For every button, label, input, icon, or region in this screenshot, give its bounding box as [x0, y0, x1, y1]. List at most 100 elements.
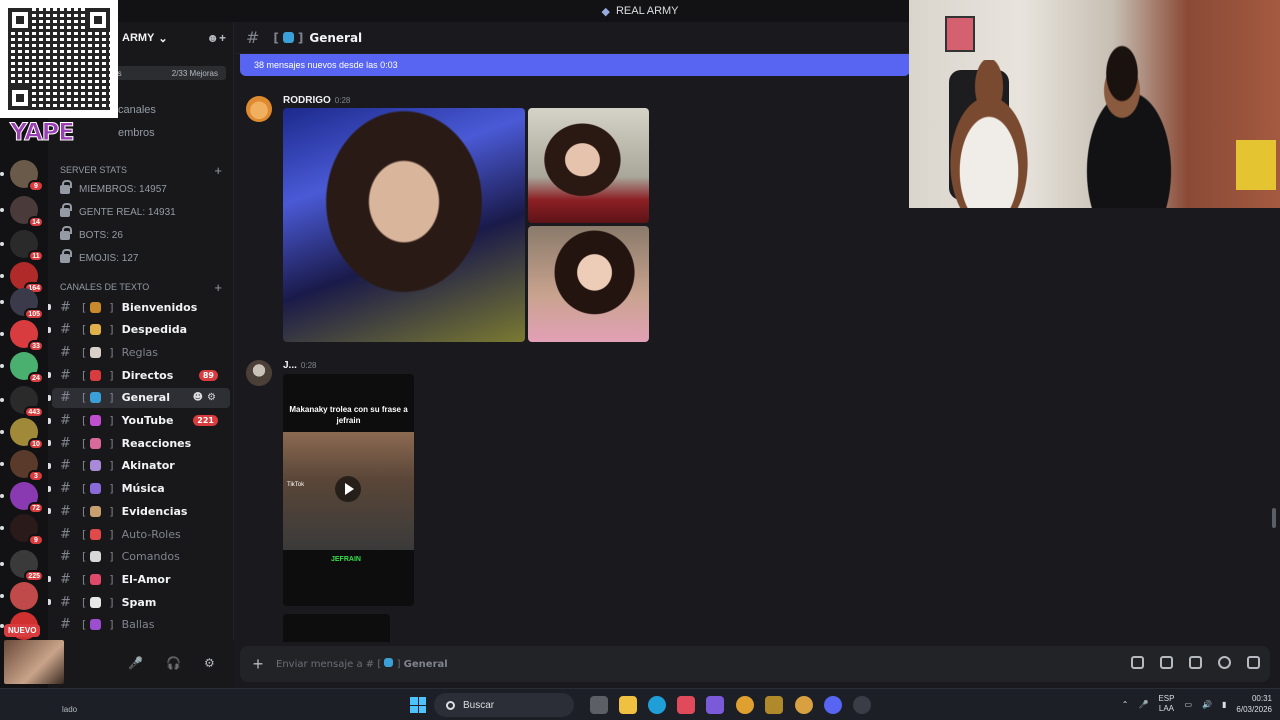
- gif-icon[interactable]: [1160, 656, 1173, 669]
- volume-icon[interactable]: 🔊: [1202, 700, 1212, 709]
- emoji-icon[interactable]: [1218, 656, 1231, 669]
- server-icon[interactable]: [10, 582, 38, 610]
- channel-auto-roles[interactable]: #[] Auto-Roles: [52, 524, 230, 544]
- invite-icon[interactable]: ☻: [193, 392, 207, 403]
- category-label: CANALES DE TEXTO: [60, 282, 150, 292]
- gift-icon[interactable]: [1131, 656, 1144, 669]
- category-server-stats[interactable]: SERVER STATS +: [60, 163, 222, 178]
- task-view-icon[interactable]: [590, 696, 608, 714]
- channel-m-sica[interactable]: #[] Música: [48, 479, 230, 499]
- add-channel-icon[interactable]: +: [214, 163, 222, 178]
- channel-el-amor[interactable]: #[] El-Amor: [48, 569, 230, 589]
- network-icon[interactable]: ▭: [1184, 700, 1192, 709]
- server-icon[interactable]: 9: [10, 514, 44, 546]
- taskbar-search[interactable]: Buscar: [434, 693, 574, 717]
- server-icon[interactable]: 3: [10, 450, 44, 482]
- message-composer[interactable]: + Enviar mensaje a # [ ] General: [240, 646, 1270, 682]
- server-icon[interactable]: 9: [10, 160, 44, 192]
- language-indicator[interactable]: ESP LAA: [1158, 694, 1174, 714]
- image-attachment[interactable]: [283, 614, 390, 642]
- app-icon[interactable]: [677, 696, 695, 714]
- message-author[interactable]: RODRIGO 0:28: [283, 95, 350, 106]
- play-icon[interactable]: [335, 476, 361, 502]
- clock[interactable]: 00:31 6/03/2026: [1236, 693, 1272, 715]
- channel-name: Comandos: [121, 550, 180, 564]
- channel-bienvenidos[interactable]: #[] Bienvenidos: [48, 297, 230, 317]
- image-attachment[interactable]: [283, 108, 525, 342]
- app-icon[interactable]: [765, 696, 783, 714]
- browse-channels[interactable]: canales: [118, 104, 156, 116]
- server-icon[interactable]: 72: [10, 482, 44, 514]
- hash-icon: #: [60, 322, 71, 338]
- headphones-icon[interactable]: 🎧: [166, 656, 181, 670]
- video-embed[interactable]: Makanaky trolea con su frase a jefrain T…: [283, 374, 414, 606]
- battery-icon[interactable]: ▮: [1222, 700, 1226, 709]
- channel-emoji-icon: [90, 437, 102, 449]
- channel-ballas[interactable]: #[] Ballas: [52, 615, 230, 635]
- channel-reglas[interactable]: #[] Reglas: [52, 342, 230, 362]
- gear-icon[interactable]: ⚙: [204, 656, 215, 670]
- edge-icon[interactable]: [648, 696, 666, 714]
- chevron-up-icon[interactable]: ⌃: [1122, 700, 1129, 709]
- channel-comandos[interactable]: #[] Comandos: [52, 547, 230, 567]
- chrome-icon[interactable]: [795, 696, 813, 714]
- server-icon[interactable]: 225: [10, 550, 44, 582]
- yape-logo: YAPE: [10, 118, 76, 147]
- server-icon[interactable]: 24: [10, 352, 44, 384]
- message-timestamp: 0:28: [334, 96, 351, 105]
- channel-name: Reglas: [121, 345, 159, 359]
- message-input[interactable]: Enviar mensaje a # [ ] General: [276, 658, 448, 670]
- sticker-icon[interactable]: [1189, 656, 1202, 669]
- windows-start-icon[interactable]: [410, 697, 426, 713]
- avatar[interactable]: [246, 360, 272, 386]
- channel-youtube[interactable]: #[] YouTube 221: [48, 411, 230, 431]
- new-messages-bar[interactable]: 38 mensajes nuevos desde las 0:03: [240, 54, 910, 76]
- hash-icon: #: [60, 344, 71, 360]
- stat-channel[interactable]: BOTS: 26: [60, 226, 123, 241]
- server-icon[interactable]: 164: [10, 262, 44, 294]
- server-icon[interactable]: 14: [10, 196, 44, 228]
- file-explorer-icon[interactable]: [619, 696, 637, 714]
- stat-channel[interactable]: MIEMBROS: 14957: [60, 180, 167, 195]
- avatar[interactable]: [246, 96, 272, 122]
- server-icon[interactable]: 443: [10, 386, 44, 418]
- apps-icon[interactable]: [1247, 656, 1260, 669]
- server-icon[interactable]: 11: [10, 230, 44, 262]
- members-link[interactable]: embros: [118, 127, 155, 139]
- add-member-icon[interactable]: ☻+: [206, 31, 226, 45]
- channel-name: Despedida: [121, 323, 188, 337]
- add-attachment-icon[interactable]: +: [240, 654, 276, 675]
- image-attachment[interactable]: [528, 226, 649, 342]
- microphone-icon[interactable]: 🎤: [1138, 700, 1148, 709]
- channel-spam[interactable]: #[] Spam: [48, 592, 230, 612]
- unread-indicator: [48, 417, 51, 424]
- channel-evidencias[interactable]: #[] Evidencias: [48, 501, 230, 521]
- server-icon[interactable]: 10: [10, 418, 44, 450]
- category-text-channels[interactable]: CANALES DE TEXTO +: [60, 280, 222, 295]
- server-name: ARMY: [122, 32, 155, 44]
- server-icon[interactable]: 33: [10, 320, 44, 352]
- add-channel-icon[interactable]: +: [214, 280, 222, 295]
- chrome-icon[interactable]: [736, 696, 754, 714]
- channel-despedida[interactable]: #[] Despedida: [48, 320, 230, 340]
- channel-sidebar: ARMY ⌄ ☻+ oras 2/33 Mejoras canales embr…: [48, 22, 234, 688]
- stat-channel[interactable]: EMOJIS: 127: [60, 249, 138, 264]
- server-icon[interactable]: 105: [10, 288, 44, 320]
- copilot-icon[interactable]: [706, 696, 724, 714]
- message-author[interactable]: J... 0:28: [283, 360, 316, 371]
- discord-icon[interactable]: [824, 696, 842, 714]
- image-attachment[interactable]: [528, 108, 649, 223]
- channel-akinator[interactable]: #[] Akinator: [48, 456, 230, 476]
- scrollbar[interactable]: [1272, 508, 1276, 528]
- obs-icon[interactable]: [853, 696, 871, 714]
- person: [929, 60, 1049, 208]
- hash-icon: #: [60, 390, 71, 406]
- hash-icon: #: [60, 435, 71, 451]
- microphone-icon[interactable]: 🎤: [128, 656, 143, 670]
- gear-icon[interactable]: ⚙: [207, 392, 220, 403]
- channel-directos[interactable]: #[] Directos 89: [48, 365, 230, 385]
- channel-general[interactable]: #[] General ☻⚙: [48, 387, 230, 408]
- channel-name: General: [121, 391, 170, 405]
- channel-reacciones[interactable]: #[] Reacciones: [48, 433, 230, 453]
- stat-channel[interactable]: GENTE REAL: 14931: [60, 203, 176, 218]
